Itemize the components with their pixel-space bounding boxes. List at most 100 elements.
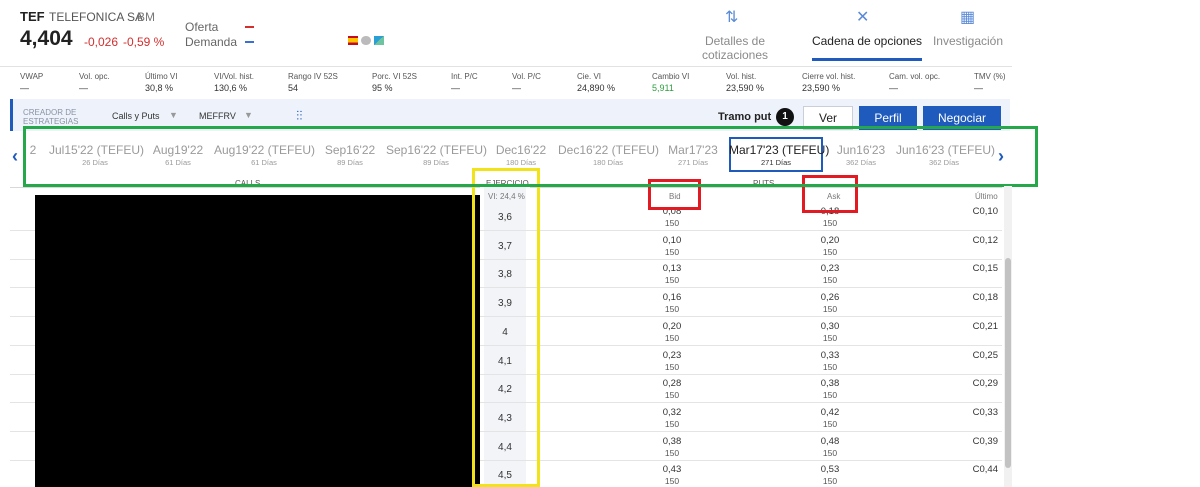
bid-cell[interactable]: 0,20	[642, 321, 702, 332]
arrows-updown-icon[interactable]: ⇅	[725, 7, 738, 27]
stat-label: Cie. VI	[577, 72, 602, 81]
spain-flag-icon	[348, 36, 358, 45]
offer-indicator	[245, 26, 254, 28]
ask-cell[interactable]: 0,33	[800, 350, 860, 361]
bid-cell[interactable]: 0,10	[642, 235, 702, 246]
price-change-pct: -0,59 %	[123, 35, 165, 49]
ask-cell[interactable]: 0,20	[800, 235, 860, 246]
stat-value: —	[512, 83, 521, 93]
ask-cell[interactable]: 0,23	[800, 263, 860, 274]
stats-divider	[0, 66, 1012, 67]
ask-size-cell: 150	[822, 390, 838, 401]
last-cell: C0,29	[972, 378, 998, 390]
bid-size-cell: 150	[664, 447, 680, 458]
stat-label: Cierre vol. hist.	[802, 72, 856, 81]
stat-label: Rango IV 52S	[288, 72, 338, 81]
ask-cell[interactable]: 0,48	[800, 436, 860, 447]
stat-value: 23,590 %	[726, 83, 765, 93]
ask-size-cell: 150	[822, 447, 838, 458]
last-cell: C0,33	[972, 406, 998, 418]
filter-settings-icon[interactable]: ⫶⫶	[296, 108, 303, 124]
stat-label: Cam. vol. opc.	[889, 72, 941, 81]
bid-cell[interactable]: 0,43	[642, 464, 702, 475]
last-price: 4,404	[20, 27, 73, 50]
stat-label: VWAP	[20, 72, 44, 81]
price-change: -0,026	[84, 35, 119, 49]
tab-option-chain[interactable]: Cadena de opciones	[810, 34, 924, 48]
stat-value: —	[889, 83, 898, 93]
ask-cell[interactable]: 0,26	[800, 292, 860, 303]
redacted-area	[35, 195, 480, 487]
stat-value: —	[451, 83, 460, 93]
bid-cell[interactable]: 0,38	[642, 436, 702, 447]
chevron-down-icon[interactable]: ▼	[244, 110, 253, 120]
active-tab-underline	[812, 58, 922, 61]
stat-value: 54	[288, 83, 299, 93]
stat-label: Porc. VI 52S	[372, 72, 417, 81]
stat-label: TMV (%)	[974, 72, 1006, 81]
stat-value: 30,8 %	[145, 83, 174, 93]
ask-size-cell: 150	[822, 246, 838, 257]
bid-size-cell: 150	[664, 361, 680, 372]
chevron-down-icon[interactable]: ▼	[169, 110, 178, 120]
exchange-label: BM	[137, 10, 155, 24]
chevron-left-icon[interactable]: ‹	[12, 146, 18, 167]
status-dot-icon	[361, 36, 371, 45]
expiry-highlight-box	[23, 126, 1038, 187]
ask-size-cell: 150	[822, 418, 838, 429]
bid-size-cell: 150	[664, 418, 680, 429]
bid-size-cell: 150	[664, 218, 680, 228]
stat-value: —	[20, 83, 29, 93]
strike-highlight-box	[472, 168, 540, 487]
bid-size-cell: 150	[664, 246, 680, 257]
bid-size-cell: 150	[664, 275, 680, 286]
last-cell: C0,44	[972, 464, 998, 476]
bid-size-cell: 150	[664, 476, 680, 487]
last-cell: C0,39	[972, 435, 998, 447]
tramo-put-label: Tramo put	[718, 111, 772, 123]
ask-cell[interactable]: 0,38	[800, 378, 860, 389]
ask-size-cell: 150	[822, 361, 838, 372]
stat-value: 95 %	[372, 83, 393, 93]
stat-label: Último VI	[145, 72, 178, 81]
demand-indicator	[245, 41, 254, 43]
calls-header-line	[10, 187, 480, 188]
ask-size-cell: 150	[822, 476, 838, 487]
last-cell: C0,21	[972, 320, 998, 332]
puts-header-line	[530, 187, 1002, 188]
stat-label: Cambio VI	[652, 72, 690, 81]
stat-value: —	[79, 83, 88, 93]
stat-label: Vol. P/C	[512, 72, 541, 81]
strategy-builder-label[interactable]: CREADOR DE ESTRATEGIAS	[23, 108, 93, 126]
tab-research[interactable]: Investigación	[932, 34, 1004, 48]
bid-size-cell: 150	[664, 332, 680, 343]
bid-size-cell: 150	[664, 390, 680, 401]
calls-puts-select[interactable]: Calls y Puts	[112, 111, 160, 121]
bid-cell[interactable]: 0,32	[642, 407, 702, 418]
demand-label: Demanda	[185, 35, 238, 49]
stat-value: 24,890 %	[577, 83, 616, 93]
building-icon[interactable]: ▦	[960, 7, 975, 27]
ticker-symbol: TEF	[20, 9, 45, 24]
stat-value: 130,6 %	[214, 83, 248, 93]
bid-size-cell: 150	[664, 304, 680, 315]
ask-size-cell: 150	[822, 218, 838, 228]
stat-value: 23,590 %	[802, 83, 841, 93]
stat-label: Int. P/C	[451, 72, 478, 81]
ask-size-cell: 150	[822, 304, 838, 315]
bid-cell[interactable]: 0,23	[642, 350, 702, 361]
market-select[interactable]: MEFFRV	[199, 111, 236, 121]
stat-label: Vol. opc.	[79, 72, 110, 81]
scrollbar-thumb[interactable]	[1005, 258, 1011, 468]
tab-quote-details[interactable]: Detalles de cotizaciones	[672, 34, 798, 62]
ask-cell[interactable]: 0,42	[800, 407, 860, 418]
last-column-header[interactable]: Último	[975, 192, 998, 201]
option-chain-icon[interactable]: ✕	[856, 7, 869, 27]
ask-cell[interactable]: 0,30	[800, 321, 860, 332]
bid-cell[interactable]: 0,28	[642, 378, 702, 389]
bid-cell[interactable]: 0,13	[642, 263, 702, 274]
bid-cell[interactable]: 0,16	[642, 292, 702, 303]
stat-label: Vol. hist.	[726, 72, 757, 81]
ask-cell[interactable]: 0,53	[800, 464, 860, 475]
market-logo-icon	[374, 36, 384, 45]
